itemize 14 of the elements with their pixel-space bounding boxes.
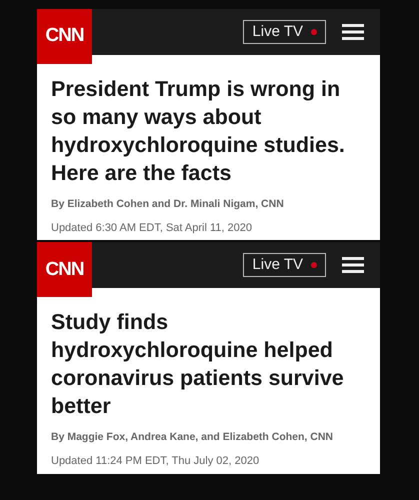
logo[interactable]: CNN [37, 242, 92, 298]
byline: By Elizabeth Cohen and Dr. Minali Nigam, CNN [50, 197, 285, 212]
byline: By Maggie Fox, Andrea Kane, and Elizabeth Cohen, CNN [50, 430, 334, 446]
logo[interactable]: CNN [37, 9, 92, 64]
live-tv-button[interactable]: Live TV [243, 253, 326, 278]
menu-icon[interactable] [342, 257, 364, 274]
live-dot-icon [311, 262, 317, 268]
headline: Study finds hydroxychloroquine helped coronavirus patients survive better [50, 309, 345, 420]
headline: President Trump is wrong in so many ways about hydroxychloroquine studies. Here are the facts [50, 76, 346, 187]
timestamp: Updated 6:30 AM EDT, Sat April 11, 2020 [50, 220, 253, 236]
menu-icon[interactable] [342, 24, 364, 40]
live-tv-button[interactable]: Live TV [243, 20, 326, 44]
timestamp: Updated 11:24 PM EDT, Thu July 02, 2020 [50, 454, 260, 469]
live-dot-icon [311, 29, 317, 35]
